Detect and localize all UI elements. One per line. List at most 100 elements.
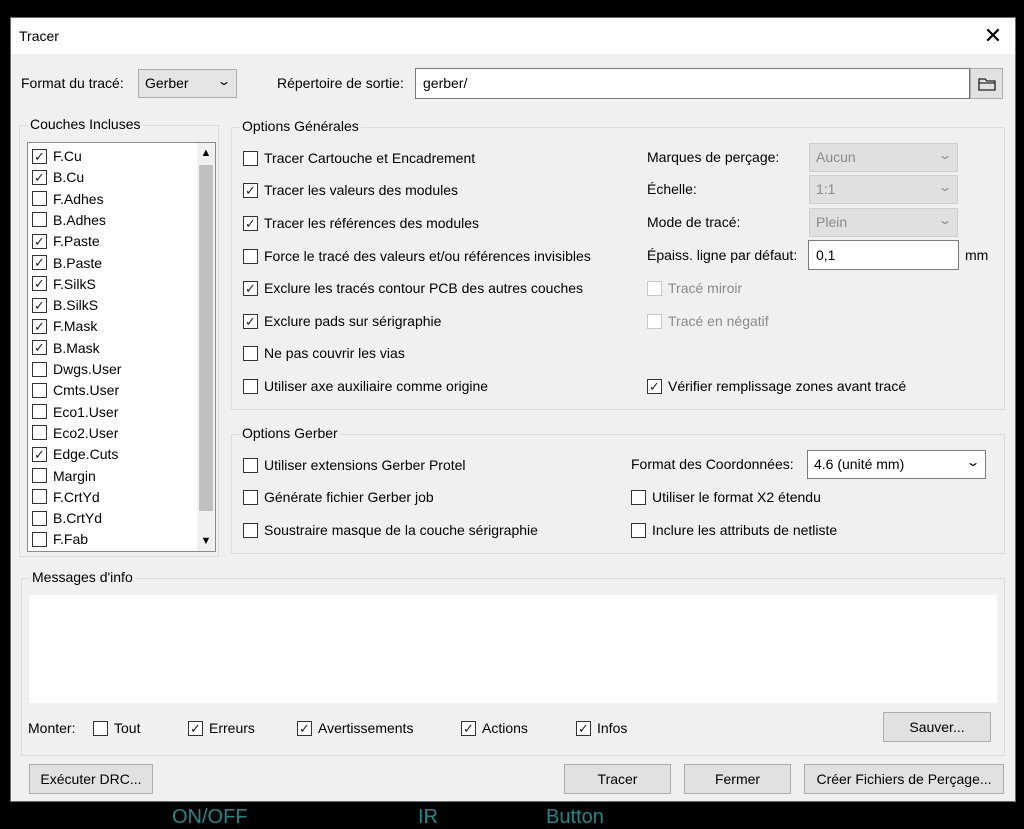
x2-format-checkbox[interactable]: Utiliser le format X2 étendu bbox=[631, 488, 821, 506]
scroll-thumb[interactable] bbox=[199, 165, 213, 511]
message-filter-checkbox[interactable]: ✓ Avertissements bbox=[297, 719, 413, 737]
checkbox-box bbox=[32, 510, 47, 526]
general-option-checkbox[interactable]: ✓ Tracer les références des modules bbox=[243, 214, 479, 232]
layer-item[interactable]: ✓ F.Paste bbox=[32, 231, 100, 251]
mirror-checkbox[interactable]: Tracé miroir bbox=[647, 279, 742, 297]
layer-item[interactable]: ✓ B.Cu bbox=[32, 167, 84, 187]
message-filter-checkbox-label: Tout bbox=[114, 720, 141, 736]
general-option-checkbox-label: Tracer Cartouche et Encadrement bbox=[264, 150, 476, 166]
general-option-checkbox[interactable]: Force le tracé des valeurs et/ou référen… bbox=[243, 247, 591, 265]
layer-item-label: B.Adhes bbox=[53, 211, 106, 228]
subtract-mask-label: Soustraire masque de la couche sérigraph… bbox=[264, 522, 538, 538]
checkbox-box bbox=[243, 522, 258, 538]
checkbox-box bbox=[32, 191, 47, 207]
layer-item-label: B.Mask bbox=[53, 339, 100, 356]
general-option-checkbox-label: Exclure les tracés contour PCB des autre… bbox=[264, 280, 584, 296]
browse-folder-button[interactable] bbox=[970, 68, 1003, 99]
coord-format-value: 4.6 (unité mm) bbox=[814, 456, 905, 472]
protel-ext-checkbox[interactable]: Utiliser extensions Gerber Protel bbox=[243, 456, 466, 474]
line-width-input[interactable]: 0,1 bbox=[808, 240, 959, 270]
drill-marks-select[interactable]: Aucun ⌄ bbox=[809, 143, 958, 172]
line-width-label: Épaiss. ligne par défaut: bbox=[647, 247, 798, 263]
format-select[interactable]: Gerber ⌄ bbox=[138, 69, 237, 98]
checkbox-box: ✓ bbox=[297, 720, 312, 736]
messages-textarea[interactable] bbox=[29, 595, 997, 703]
layer-item[interactable]: ✓ F.Cu bbox=[32, 146, 82, 166]
message-filter-checkbox-label: Erreurs bbox=[209, 720, 255, 736]
coord-format-label: Format des Coordonnées: bbox=[631, 456, 794, 472]
subtract-mask-checkbox[interactable]: Soustraire masque de la couche sérigraph… bbox=[243, 521, 538, 539]
background-pcb-text: Button bbox=[546, 806, 604, 828]
layer-item[interactable]: Eco1.User bbox=[32, 402, 118, 422]
scroll-down-icon[interactable]: ▼ bbox=[197, 535, 215, 547]
general-option-checkbox-label: Tracer les références des modules bbox=[264, 215, 480, 231]
check-zones-checkbox[interactable]: ✓ Vérifier remplissage zones avant tracé bbox=[647, 377, 906, 395]
checkbox-box bbox=[32, 531, 47, 547]
layer-item-label: Eco1.User bbox=[53, 403, 119, 420]
output-dir-label: Répertoire de sortie: bbox=[277, 75, 404, 91]
checkbox-box bbox=[32, 425, 47, 441]
checkbox-box bbox=[631, 522, 646, 538]
coord-format-select[interactable]: 4.6 (unité mm) ⌄ bbox=[807, 450, 986, 479]
layer-item[interactable]: Cmts.User bbox=[32, 380, 119, 400]
message-filter-checkbox[interactable]: Tout bbox=[93, 719, 140, 737]
run-drc-button[interactable]: Exécuter DRC... bbox=[29, 764, 153, 794]
layer-item[interactable]: B.CrtYd bbox=[32, 508, 102, 528]
layer-item[interactable]: ✓ Edge.Cuts bbox=[32, 444, 118, 464]
line-width-value: 0,1 bbox=[816, 247, 836, 263]
format-label: Format du tracé: bbox=[21, 75, 124, 91]
checkbox-box bbox=[32, 382, 47, 398]
general-option-checkbox[interactable]: ✓ Exclure les tracés contour PCB des autr… bbox=[243, 279, 583, 297]
layer-item[interactable]: ✓ B.Mask bbox=[32, 338, 100, 358]
mirror-label: Tracé miroir bbox=[668, 280, 743, 296]
layer-item[interactable]: Eco2.User bbox=[32, 423, 118, 443]
close-button[interactable]: Fermer bbox=[684, 764, 791, 794]
output-dir-input[interactable]: gerber/ bbox=[415, 68, 970, 99]
background-pcb-text: ON/OFF bbox=[172, 806, 248, 828]
checkbox-box bbox=[243, 457, 258, 473]
gerber-options-title: Options Gerber bbox=[240, 425, 340, 441]
general-option-checkbox[interactable]: Ne pas couvrir les vias bbox=[243, 344, 405, 362]
plot-button[interactable]: Tracer bbox=[564, 764, 671, 794]
gerber-job-checkbox[interactable]: Générate fichier Gerber job bbox=[243, 488, 434, 506]
layer-item[interactable]: F.Adhes bbox=[32, 189, 104, 209]
checkbox-box: ✓ bbox=[243, 182, 258, 198]
layer-item[interactable]: ✓ F.SilkS bbox=[32, 274, 96, 294]
close-icon[interactable]: ✕ bbox=[979, 22, 1007, 50]
layer-item[interactable]: Margin bbox=[32, 466, 96, 486]
general-option-checkbox-label: Tracer les valeurs des modules bbox=[264, 182, 459, 198]
check-zones-label: Vérifier remplissage zones avant tracé bbox=[668, 378, 907, 394]
generate-drill-files-button[interactable]: Créer Fichiers de Perçage... bbox=[804, 764, 1004, 794]
plot-mode-select[interactable]: Plein ⌄ bbox=[809, 208, 958, 237]
message-filter-checkbox[interactable]: ✓ Infos bbox=[576, 719, 627, 737]
message-filter-checkbox[interactable]: ✓ Actions bbox=[461, 719, 528, 737]
layer-item-label: B.Paste bbox=[53, 254, 103, 271]
checkbox-box bbox=[32, 404, 47, 420]
checkbox-box: ✓ bbox=[32, 233, 47, 249]
save-messages-button[interactable]: Sauver... bbox=[883, 712, 991, 742]
checkbox-box bbox=[647, 313, 662, 329]
format-value: Gerber bbox=[145, 75, 189, 91]
general-option-checkbox[interactable]: Utiliser axe auxiliaire comme origine bbox=[243, 377, 488, 395]
scroll-up-icon[interactable]: ▲ bbox=[197, 147, 215, 159]
checkbox-box bbox=[647, 280, 662, 296]
message-filter-checkbox[interactable]: ✓ Erreurs bbox=[188, 719, 255, 737]
general-option-checkbox[interactable]: ✓ Tracer les valeurs des modules bbox=[243, 181, 458, 199]
layer-item[interactable]: Dwgs.User bbox=[32, 359, 121, 379]
scale-select[interactable]: 1:1 ⌄ bbox=[809, 175, 958, 204]
checkbox-box bbox=[243, 489, 258, 505]
layer-item-label: F.CrtYd bbox=[53, 488, 100, 505]
general-option-checkbox[interactable]: Tracer Cartouche et Encadrement bbox=[243, 149, 475, 167]
layer-item-label: Edge.Cuts bbox=[53, 446, 119, 463]
netlist-attr-checkbox[interactable]: Inclure les attributs de netliste bbox=[631, 521, 837, 539]
layer-item[interactable]: B.Adhes bbox=[32, 210, 106, 230]
layer-item[interactable]: F.CrtYd bbox=[32, 487, 100, 507]
layers-scrollbar[interactable]: ▲ ▼ bbox=[197, 143, 215, 551]
negative-checkbox[interactable]: Tracé en négatif bbox=[647, 312, 769, 330]
general-option-checkbox[interactable]: ✓ Exclure pads sur sérigraphie bbox=[243, 312, 441, 330]
layer-item[interactable]: ✓ F.Mask bbox=[32, 316, 97, 336]
layer-item[interactable]: ✓ B.Paste bbox=[32, 253, 102, 273]
layer-item[interactable]: ✓ B.SilkS bbox=[32, 295, 98, 315]
layers-list[interactable]: ▲ ▼ ✓ F.Cu ✓ B.Cu F.Adhes B.Adhes ✓ F.Paste ✓ B.P… bbox=[27, 142, 216, 552]
layer-item[interactable]: F.Fab bbox=[32, 529, 88, 549]
